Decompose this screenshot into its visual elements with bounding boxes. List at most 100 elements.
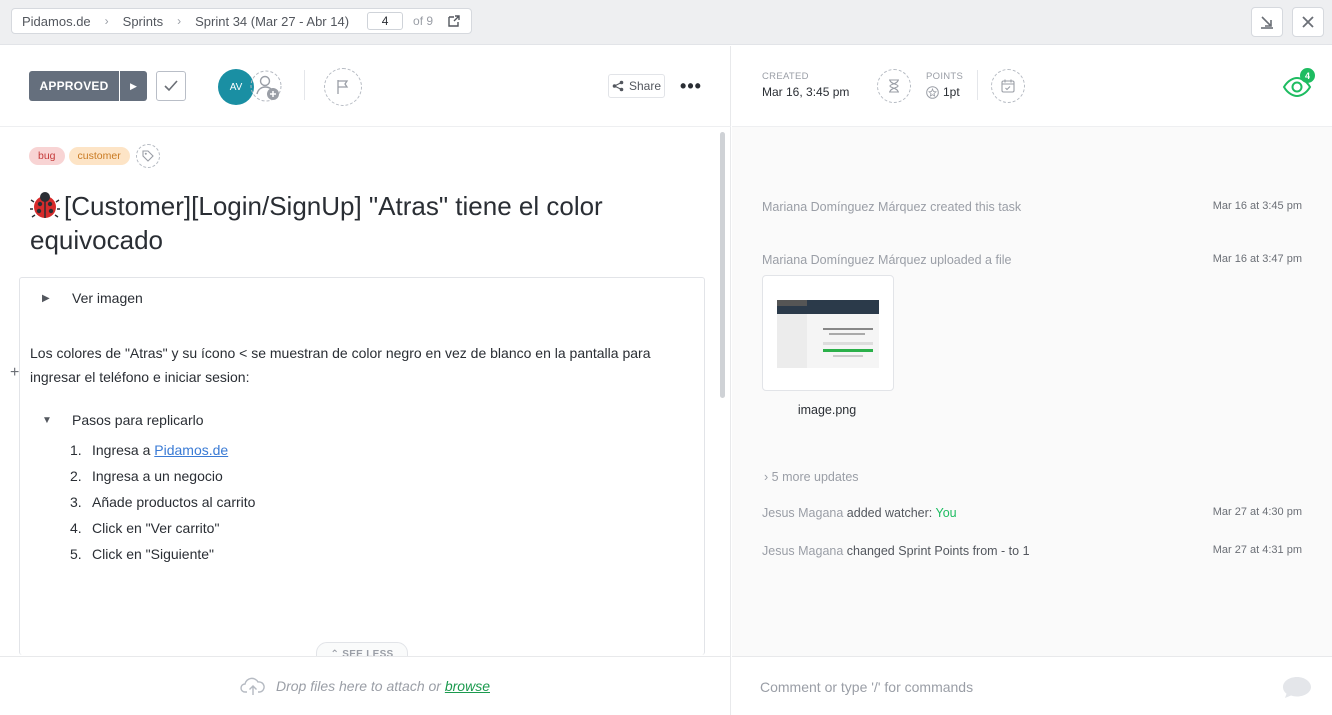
list-item: 1. Ingresa a Pidamos.de [70,442,229,458]
step-text: Click en "Siguiente" [92,546,215,562]
share-icon [612,80,624,92]
activity-time: Mar 27 at 4:30 pm [1212,506,1302,518]
list-item: 4. Click en "Ver carrito" [70,520,220,536]
breadcrumb-item-sprint[interactable]: Sprint 34 (Mar 27 - Abr 14) [195,14,349,29]
comment-box[interactable]: Comment or type '/' for commands [732,656,1332,715]
toggle-label: Ver imagen [72,290,143,306]
more-options-icon[interactable]: ••• [680,74,702,98]
priority-button[interactable] [324,68,362,106]
list-item: 2. Ingresa a un negocio [70,468,223,484]
toggle-pasos[interactable]: ▼ Pasos para replicarlo [42,412,204,428]
top-bar: Pidamos.de › Sprints › Sprint 34 (Mar 27… [0,0,1332,45]
chevron-right-icon: › [104,14,109,28]
pidamos-link[interactable]: Pidamos.de [154,442,228,458]
toggle-ver-imagen[interactable]: ▶ Ver imagen [42,290,143,306]
scrollbar[interactable] [720,132,725,398]
points-field[interactable]: POINTS 1pt [926,71,963,99]
status-next-icon[interactable]: ▶ [120,71,147,101]
activity-pane: CREATED Mar 16, 3:45 pm POINTS 1pt 4 Mar… [732,46,1332,656]
activity-item: Jesus Magana changed Sprint Points from … [762,544,1302,558]
task-details-pane: APPROVED ▶ AV Share ••• bug customer [Cu… [0,46,731,664]
description-paragraph: Los colores de "Atras" y su ícono < se m… [30,345,651,385]
tag-list: bug customer [29,144,160,168]
due-date-button[interactable] [991,69,1025,103]
attachment-dropzone[interactable]: Drop files here to attach or browse [0,656,731,715]
activity-time: Mar 16 at 3:47 pm [1212,253,1302,265]
status-button[interactable]: APPROVED ▶ [29,71,147,101]
task-title-text: [Customer][Login/SignUp] "Atras" tiene e… [30,191,603,255]
more-updates-toggle[interactable]: › 5 more updates [764,470,859,484]
share-label: Share [628,79,662,93]
task-meta: CREATED Mar 16, 3:45 pm POINTS 1pt 4 [732,46,1332,127]
chevron-right-icon: › [177,14,182,28]
close-button[interactable] [1292,7,1324,37]
activity-action: added watcher: [846,506,936,520]
breadcrumb-item-sprints[interactable]: Sprints [123,14,163,29]
page-total: of 9 [413,14,434,28]
status-label[interactable]: APPROVED [29,71,119,101]
task-description[interactable]: ▶ Ver imagen Los colores de "Atras" y su… [19,277,705,655]
open-external-icon[interactable] [447,14,461,28]
activity-actor: Jesus Magana [762,506,844,520]
calendar-icon [1001,79,1015,93]
tag-customer[interactable]: customer [68,147,130,165]
activity-time: Mar 27 at 4:31 pm [1212,544,1302,556]
chevron-right-icon: › [764,470,769,484]
dropzone-text: Drop files here to attach or [275,678,441,694]
ladybug-icon [30,192,60,218]
cloud-upload-icon [240,677,265,695]
close-icon [1302,16,1314,28]
download-icon [1261,16,1273,29]
step-text: Click en "Ver carrito" [92,520,220,536]
comment-bubble-icon [1283,677,1311,698]
flag-icon [337,80,349,94]
caret-right-icon: ▶ [42,292,50,304]
divider [304,70,305,100]
points-label: POINTS [926,71,964,82]
watchers-count-badge: 4 [1300,68,1315,83]
activity-action: changed Sprint Points from - to 1 [846,544,1030,558]
complete-button[interactable] [156,71,186,101]
task-toolbar: APPROVED ▶ AV Share ••• [0,46,731,127]
screenshot-thumbnail-image [777,300,879,368]
file-name[interactable]: image.png [762,403,892,417]
caret-down-icon: ▼ [42,414,52,426]
file-attachment-thumbnail[interactable] [762,275,894,391]
task-title[interactable]: [Customer][Login/SignUp] "Atras" tiene e… [30,189,670,257]
steps-list: 1. Ingresa a Pidamos.de 2. Ingresa a un ne… [70,437,255,567]
activity-text: Mariana Domínguez Márquez uploaded a fil… [762,253,1012,267]
activity-actor: Jesus Magana [762,544,844,558]
activity-item: Jesus Magana added watcher: You Mar 27 a… [762,506,1302,520]
step-text: Añade productos al carrito [92,494,256,510]
step-text: Ingresa a un negocio [92,468,223,484]
points-icon [926,85,939,99]
hourglass-icon [889,79,899,93]
activity-item: Mariana Domínguez Márquez created this t… [762,200,1302,214]
points-value: 1pt [943,85,960,99]
list-item: 5. Click en "Siguiente" [70,546,215,562]
breadcrumb: Pidamos.de › Sprints › Sprint 34 (Mar 27… [11,8,473,34]
download-button[interactable] [1251,7,1283,37]
add-assignee-icon[interactable] [250,69,282,103]
assignee-avatar[interactable]: AV [218,69,254,105]
tag-bug[interactable]: bug [29,147,65,165]
add-tag-button[interactable] [135,144,160,168]
comment-input[interactable]: Comment or type '/' for commands [760,679,973,695]
activity-target: You [935,506,957,520]
page-number-input[interactable]: 4 [367,12,404,30]
activity-time: Mar 16 at 3:45 pm [1212,200,1302,212]
share-button[interactable]: Share [608,74,665,98]
list-item: 3. Añade productos al carrito [70,494,256,510]
browse-link[interactable]: browse [445,678,490,694]
step-text: Ingresa a [92,442,155,458]
divider [977,70,978,100]
activity-item: Mariana Domínguez Márquez uploaded a fil… [762,253,1302,267]
created-label: CREATED [762,71,809,82]
toggle-label: Pasos para replicarlo [72,412,204,428]
add-block-icon[interactable]: + [10,364,19,382]
time-estimate-button[interactable] [877,69,911,103]
breadcrumb-item-workspace[interactable]: Pidamos.de [22,14,91,29]
activity-text: Mariana Domínguez Márquez created this t… [762,200,1022,214]
created-field: CREATED Mar 16, 3:45 pm [762,71,849,99]
tag-icon [142,150,154,162]
